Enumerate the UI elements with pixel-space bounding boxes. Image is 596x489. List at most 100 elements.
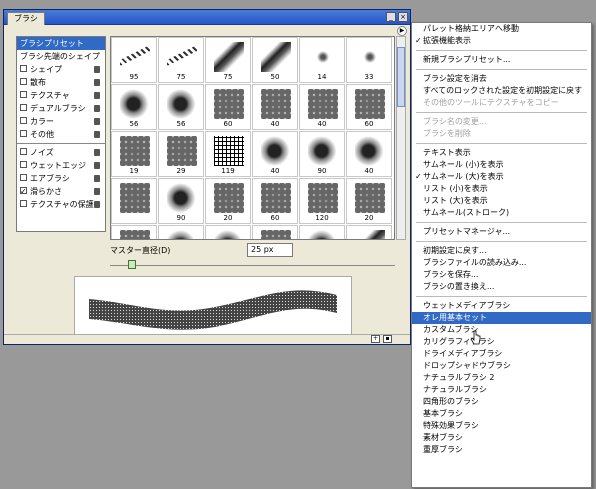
menu-item[interactable]: ブラシ設定を消去 <box>412 73 591 85</box>
scrollbar-thumb[interactable] <box>397 47 405 107</box>
settings-item-11[interactable]: 滑らかさ <box>17 185 105 198</box>
brush-preset[interactable]: 60 <box>111 225 157 239</box>
lock-icon[interactable] <box>94 188 100 195</box>
menu-item[interactable]: カリグラフィブラシ <box>412 336 591 348</box>
checkbox[interactable] <box>20 117 27 124</box>
lock-icon[interactable] <box>94 79 100 86</box>
brush-preset[interactable] <box>299 225 345 239</box>
lock-icon[interactable] <box>94 201 100 208</box>
brush-preset[interactable]: 40 <box>299 84 345 130</box>
menu-item[interactable]: 素材ブラシ <box>412 432 591 444</box>
checkbox[interactable] <box>20 78 27 85</box>
settings-item-0[interactable]: ブラシプリセット <box>17 37 105 50</box>
checkbox[interactable] <box>20 200 27 207</box>
menu-item[interactable]: リスト (小)を表示 <box>412 183 591 195</box>
menu-item[interactable]: ナチュラルブラシ <box>412 384 591 396</box>
checkbox[interactable] <box>20 65 27 72</box>
brush-preset[interactable]: 90 <box>158 178 204 224</box>
lock-icon[interactable] <box>94 92 100 99</box>
brush-preset[interactable]: 19 <box>111 131 157 177</box>
brush-preset[interactable]: 75 <box>158 37 204 83</box>
brush-preset[interactable]: 50 <box>252 37 298 83</box>
settings-item-9[interactable]: ウェットエッジ <box>17 159 105 172</box>
checkbox[interactable] <box>20 104 27 111</box>
palette-menu-button[interactable]: ▶ <box>397 26 407 36</box>
brush-preset[interactable]: 40 <box>252 131 298 177</box>
menu-item[interactable]: ✓ 拡張機能表示 <box>412 35 591 47</box>
brush-preset[interactable]: 60 <box>252 178 298 224</box>
checkbox[interactable] <box>20 174 27 181</box>
brush-preset[interactable]: 20 <box>205 178 251 224</box>
brush-preset[interactable] <box>205 225 251 239</box>
menu-item[interactable]: 特殊効果ブラシ <box>412 420 591 432</box>
menu-item[interactable]: サムネール(ストローク) <box>412 207 591 219</box>
brush-preset[interactable]: 60 <box>205 84 251 130</box>
palette-titlebar[interactable]: ブラシ _ × <box>4 10 410 25</box>
lock-icon[interactable] <box>94 66 100 73</box>
minimize-button[interactable]: _ <box>386 12 396 22</box>
close-button[interactable]: × <box>398 12 408 22</box>
brush-preset[interactable]: 119 <box>205 131 251 177</box>
lock-icon[interactable] <box>94 149 100 156</box>
brush-preset[interactable]: 29 <box>158 131 204 177</box>
trash-icon[interactable]: ▪ <box>383 335 392 343</box>
grid-scrollbar[interactable] <box>396 36 406 240</box>
settings-item-6[interactable]: カラー <box>17 115 105 128</box>
brush-preset[interactable]: 95 <box>111 37 157 83</box>
brush-preset[interactable] <box>111 178 157 224</box>
lock-icon[interactable] <box>94 175 100 182</box>
brush-preset[interactable] <box>346 225 392 239</box>
menu-item[interactable]: サムネール (小)を表示 <box>412 159 591 171</box>
brush-preset[interactable] <box>252 225 298 239</box>
settings-item-1[interactable]: ブラシ先端のシェイプ <box>17 50 105 63</box>
menu-item[interactable]: オレ用基本セット <box>412 312 591 324</box>
menu-item[interactable]: すべてのロックされた設定を初期設定に戻す <box>412 85 591 97</box>
brush-preset[interactable]: 56 <box>158 84 204 130</box>
checkbox[interactable] <box>20 91 27 98</box>
checkbox[interactable] <box>20 161 27 168</box>
menu-item[interactable]: テキスト表示 <box>412 147 591 159</box>
menu-item[interactable]: ウェットメディアブラシ <box>412 300 591 312</box>
menu-item[interactable]: リスト (大)を表示 <box>412 195 591 207</box>
lock-icon[interactable] <box>94 118 100 125</box>
brush-preset[interactable]: 14 <box>299 37 345 83</box>
settings-item-5[interactable]: デュアルブラシ <box>17 102 105 115</box>
brush-preset[interactable]: 75 <box>205 37 251 83</box>
brush-preset[interactable] <box>158 225 204 239</box>
settings-item-10[interactable]: エアブラシ <box>17 172 105 185</box>
settings-item-4[interactable]: テクスチャ <box>17 89 105 102</box>
menu-item[interactable]: 初期設定に戻す... <box>412 245 591 257</box>
menu-item[interactable]: ナチュラルブラシ 2 <box>412 372 591 384</box>
menu-item[interactable]: ドライメディアブラシ <box>412 348 591 360</box>
menu-item[interactable]: ブラシファイルの読み込み... <box>412 257 591 269</box>
brush-preset[interactable]: 120 <box>299 178 345 224</box>
brush-preset[interactable]: 40 <box>252 84 298 130</box>
lock-icon[interactable] <box>94 105 100 112</box>
brush-preset[interactable]: 60 <box>346 84 392 130</box>
menu-item[interactable]: プリセットマネージャ... <box>412 226 591 238</box>
settings-item-2[interactable]: シェイプ <box>17 63 105 76</box>
settings-item-8[interactable]: ノイズ <box>17 146 105 159</box>
lock-icon[interactable] <box>94 131 100 138</box>
brush-preset[interactable]: 56 <box>111 84 157 130</box>
lock-icon[interactable] <box>94 162 100 169</box>
menu-item[interactable]: 新規ブラシプリセット... <box>412 54 591 66</box>
menu-item[interactable]: ブラシの置き換え... <box>412 281 591 293</box>
new-preset-icon[interactable]: + <box>371 335 380 343</box>
menu-item[interactable]: ドロップシャドウブラシ <box>412 360 591 372</box>
menu-item[interactable]: ブラシを保存... <box>412 269 591 281</box>
checkbox[interactable] <box>20 130 27 137</box>
menu-item[interactable]: カスタムブラシ <box>412 324 591 336</box>
brush-preset[interactable]: 33 <box>346 37 392 83</box>
tab-brush[interactable]: ブラシ <box>7 12 45 25</box>
menu-item[interactable]: 重厚ブラシ <box>412 444 591 456</box>
checkbox[interactable] <box>20 148 27 155</box>
settings-item-12[interactable]: テクスチャの保護 <box>17 198 105 211</box>
brush-preset[interactable]: 90 <box>299 131 345 177</box>
checkbox[interactable] <box>20 185 27 198</box>
brush-preset[interactable]: 40 <box>346 131 392 177</box>
settings-item-7[interactable]: その他 <box>17 128 105 141</box>
menu-item[interactable]: 四角形のブラシ <box>412 396 591 408</box>
menu-item[interactable]: 基本ブラシ <box>412 408 591 420</box>
settings-item-3[interactable]: 散布 <box>17 76 105 89</box>
